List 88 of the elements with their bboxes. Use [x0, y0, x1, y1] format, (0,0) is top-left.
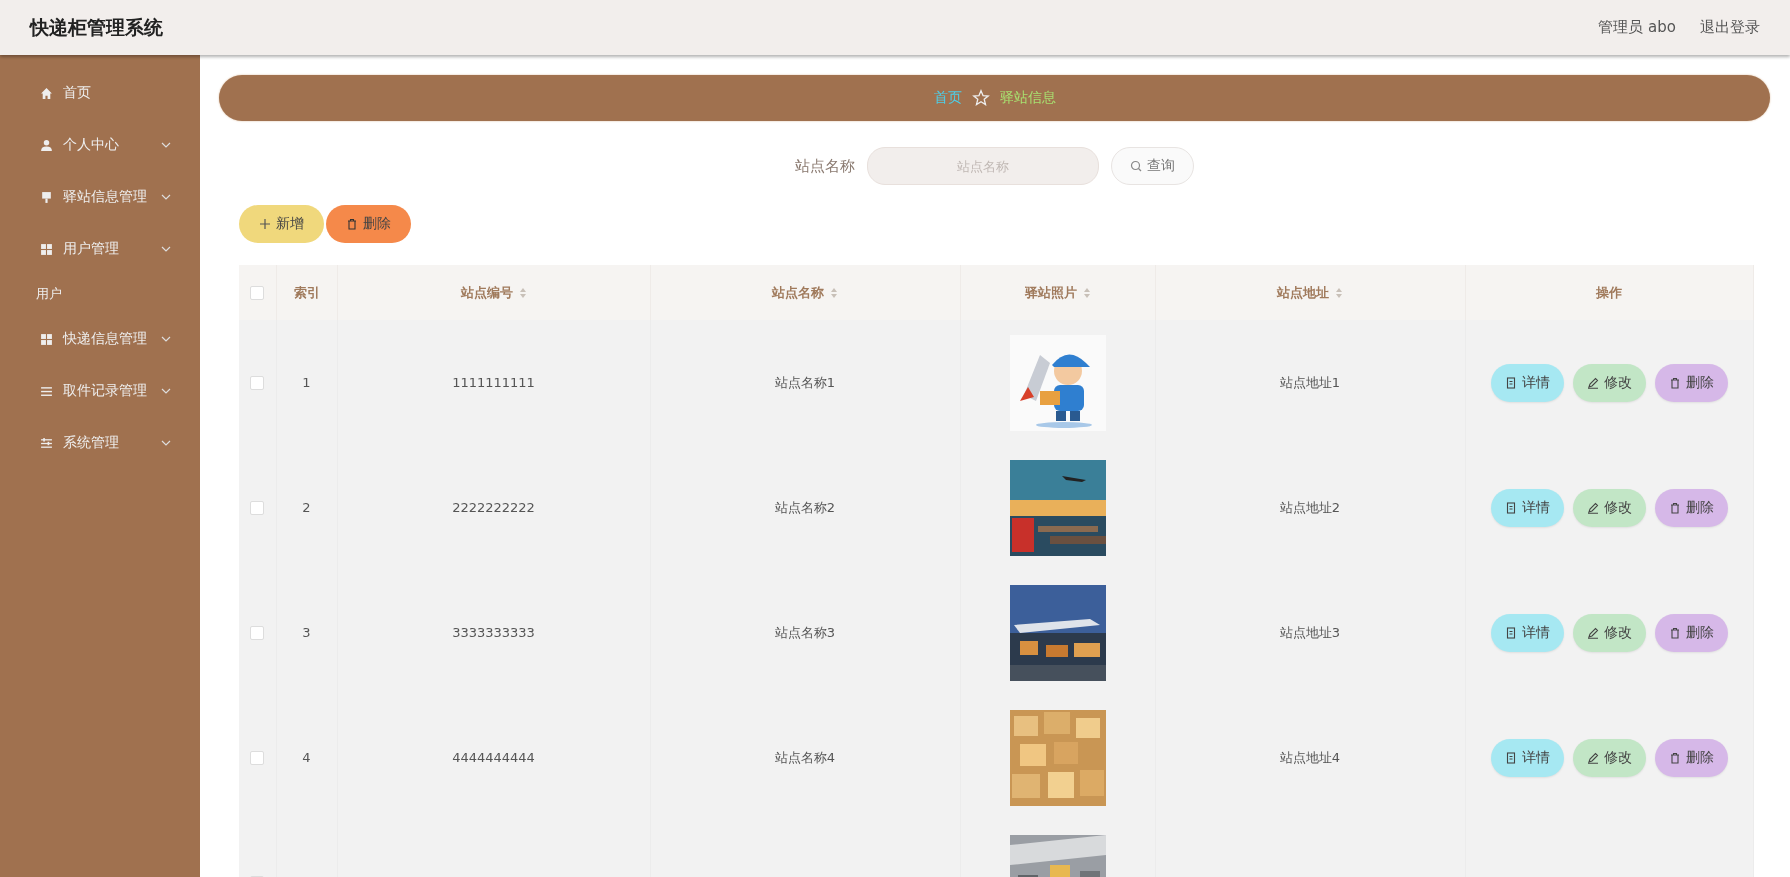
- pencil-icon: [1586, 751, 1599, 764]
- row-checkbox[interactable]: [250, 626, 265, 641]
- column-header: 站点名称: [772, 283, 824, 302]
- document-icon: [1504, 751, 1517, 764]
- sidebar-item[interactable]: 用户管理: [0, 223, 200, 275]
- table-cell: 站点名称2: [774, 499, 836, 515]
- column-header: 操作: [1596, 283, 1622, 302]
- delete-button[interactable]: 删除: [1654, 613, 1728, 652]
- trash-icon: [1668, 376, 1681, 389]
- sort-icon[interactable]: [830, 286, 838, 299]
- sidebar-item[interactable]: 首页: [0, 67, 200, 119]
- sort-icon[interactable]: [1335, 286, 1343, 299]
- sort-icon[interactable]: [518, 286, 527, 299]
- table-cell: 站点地址2: [1279, 499, 1341, 515]
- sidebar-item[interactable]: 系统管理: [0, 417, 200, 469]
- edit-button[interactable]: 修改: [1572, 488, 1646, 527]
- pencil-icon: [1586, 376, 1599, 389]
- search-icon: [1130, 160, 1142, 172]
- chevron-down-icon: [161, 194, 171, 200]
- table-cell: 1111111111: [452, 375, 535, 390]
- table-cell: 3333333333: [452, 625, 535, 640]
- list-icon: [40, 384, 53, 398]
- sidebar-item[interactable]: 取件记录管理: [0, 365, 200, 417]
- sidebar-item[interactable]: 驿站信息管理: [0, 171, 200, 223]
- delete-button[interactable]: 删除: [1654, 738, 1728, 777]
- document-icon: [1504, 626, 1517, 639]
- table-cell: 2: [302, 500, 311, 515]
- sidebar-item[interactable]: 个人中心: [0, 119, 200, 171]
- delete-button[interactable]: 删除: [1654, 363, 1728, 402]
- details-button[interactable]: 详情: [1490, 613, 1564, 652]
- table-cell: 3: [302, 625, 311, 640]
- row-checkbox[interactable]: [250, 376, 265, 391]
- chevron-down-icon: [161, 246, 171, 252]
- sliders-icon: [40, 436, 53, 450]
- document-icon: [1504, 501, 1517, 514]
- sidebar-item[interactable]: 快递信息管理: [0, 313, 200, 365]
- grid-icon: [40, 332, 53, 346]
- home-icon: [40, 86, 53, 100]
- column-header: 驿站照片: [1024, 283, 1077, 302]
- trash-icon: [1668, 626, 1681, 639]
- search-label: 站点名称: [795, 156, 855, 176]
- delete-button[interactable]: 删除: [326, 205, 411, 243]
- chevron-down-icon: [161, 440, 171, 446]
- table-cell: 站点名称4: [774, 749, 836, 765]
- add-button[interactable]: 新增: [239, 205, 324, 243]
- user-name: 管理员 abo: [1598, 18, 1676, 37]
- column-header: 站点编号: [460, 283, 513, 302]
- trash-icon: [346, 218, 358, 230]
- pencil-icon: [1586, 501, 1599, 514]
- edit-button[interactable]: 修改: [1572, 738, 1646, 777]
- star-icon: [971, 89, 990, 107]
- table-cell: 站点地址3: [1279, 624, 1341, 640]
- chevron-down-icon: [161, 142, 171, 148]
- row-checkbox[interactable]: [250, 501, 265, 516]
- sidebar-heading: 用户: [35, 285, 63, 303]
- table-cell: 站点地址1: [1279, 374, 1341, 390]
- document-icon: [1504, 376, 1517, 389]
- edit-button[interactable]: 修改: [1572, 363, 1646, 402]
- table-cell: 4444444444: [452, 750, 535, 765]
- row-checkbox[interactable]: [250, 751, 265, 766]
- user-icon: [40, 138, 53, 152]
- sort-icon[interactable]: [1082, 286, 1091, 299]
- edit-button[interactable]: 修改: [1572, 613, 1646, 652]
- search-button[interactable]: 查询: [1111, 147, 1194, 185]
- table-cell: 站点名称3: [774, 624, 836, 640]
- table-cell: 1: [302, 375, 311, 390]
- select-all-checkbox[interactable]: [250, 286, 265, 301]
- table-cell: 4: [302, 750, 311, 765]
- table-cell: 站点地址4: [1279, 749, 1341, 765]
- details-button[interactable]: 详情: [1490, 488, 1564, 527]
- column-header: 索引: [293, 283, 320, 302]
- flag-icon: [40, 190, 53, 204]
- logout-link[interactable]: 退出登录: [1700, 18, 1760, 37]
- chevron-down-icon: [161, 388, 171, 394]
- trash-icon: [1668, 501, 1681, 514]
- table-cell: 站点名称1: [774, 374, 836, 390]
- grid-icon: [40, 242, 53, 256]
- details-button[interactable]: 详情: [1490, 363, 1564, 402]
- column-header: 站点地址: [1277, 283, 1329, 302]
- chevron-down-icon: [161, 336, 171, 342]
- delete-button[interactable]: 删除: [1654, 488, 1728, 527]
- details-button[interactable]: 详情: [1490, 738, 1564, 777]
- trash-icon: [1668, 751, 1681, 764]
- breadcrumb-current: 驿站信息: [999, 89, 1056, 107]
- plus-icon: [259, 218, 271, 230]
- pencil-icon: [1586, 626, 1599, 639]
- table-cell: 2222222222: [452, 500, 535, 515]
- app-title: 快递柜管理系统: [30, 14, 163, 40]
